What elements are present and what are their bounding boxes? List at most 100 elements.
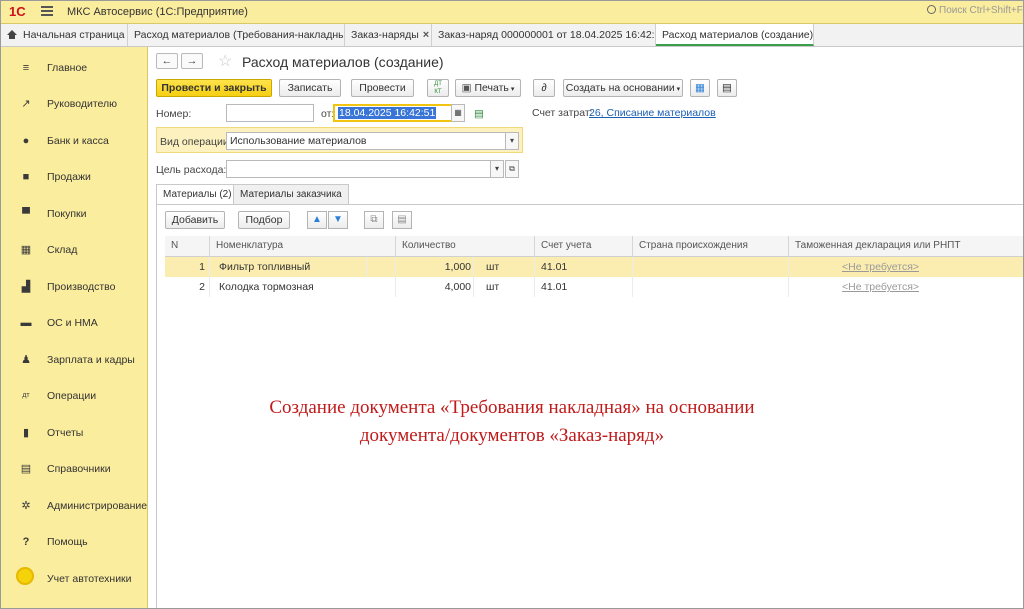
- paste-button[interactable]: ▤: [392, 211, 412, 229]
- declaration-cell[interactable]: <Не требуется>: [789, 257, 1023, 277]
- gear-icon: ✲: [21, 500, 31, 512]
- tab-materials-create[interactable]: Расход материалов (создание)×: [656, 24, 814, 46]
- post-and-close-button[interactable]: Провести и закрыть: [156, 79, 272, 97]
- date-field[interactable]: 18.04.2025 16:42:51: [333, 104, 454, 122]
- question-icon: ?: [22, 536, 30, 548]
- sidebar-item-sales[interactable]: ■ Продажи: [1, 167, 147, 187]
- report-button[interactable]: ▤: [717, 79, 737, 97]
- table-row[interactable]: 1 Фильтр топливный 1,000 шт 41.01 <Не тр…: [165, 257, 1023, 277]
- column-header[interactable]: Таможенная декларация или РНПТ: [789, 236, 1023, 256]
- tab-materials-list[interactable]: Расход материалов (Требования-накладные)…: [128, 24, 345, 46]
- item-cell[interactable]: Колодка тормозная: [210, 277, 396, 297]
- sidebar-item-label: Администрирование: [47, 500, 148, 512]
- move-down-button[interactable]: ▼: [328, 211, 348, 229]
- tab-label: Заказ-наряды: [351, 29, 419, 41]
- post-button[interactable]: Провести: [351, 79, 414, 97]
- menu-icon: ≡: [22, 62, 30, 74]
- purpose-dropdown-button[interactable]: ▾: [490, 160, 504, 178]
- sidebar-item-help[interactable]: ? Помощь: [1, 532, 147, 552]
- tab-home[interactable]: Начальная страница: [1, 24, 128, 46]
- dropdown-arrow-icon: ▾: [674, 86, 681, 93]
- column-header[interactable]: Страна происхождения: [633, 236, 789, 256]
- history-icon[interactable]: ▤: [474, 108, 484, 120]
- qty-cell[interactable]: 1,000: [396, 257, 474, 277]
- chevron-down-icon: ▾: [494, 164, 499, 173]
- row-number: 1: [165, 257, 210, 277]
- 1c-logo-icon: 1С: [9, 4, 26, 19]
- tab-work-orders[interactable]: Заказ-наряды ×: [345, 24, 432, 46]
- column-header[interactable]: N: [165, 236, 210, 256]
- unit-cell[interactable]: шт: [474, 257, 535, 277]
- add-row-button[interactable]: Добавить: [165, 211, 225, 229]
- country-cell[interactable]: [633, 257, 789, 277]
- unit-cell[interactable]: шт: [474, 277, 535, 297]
- print-button[interactable]: ▣ Печать ▾: [455, 79, 521, 97]
- copy-button[interactable]: ⧉: [364, 211, 384, 229]
- item-cell[interactable]: Фильтр топливный: [210, 257, 368, 277]
- chevron-down-icon: ▾: [509, 136, 514, 145]
- books-icon: ▤: [20, 463, 32, 475]
- save-button[interactable]: Записать: [279, 79, 341, 97]
- sidebar-item-warehouse[interactable]: ▦ Склад: [1, 240, 147, 260]
- move-up-button[interactable]: ▲: [307, 211, 327, 229]
- sidebar-item-vehicles[interactable]: Учет автотехники: [1, 569, 147, 589]
- open-tabs-bar: Начальная страница Расход материалов (Тр…: [1, 24, 1023, 47]
- app-title: МКС Автосервис (1С:Предприятие): [67, 6, 248, 18]
- pick-button[interactable]: Подбор: [238, 211, 290, 229]
- sidebar-item-label: Склад: [47, 244, 78, 256]
- structure-button[interactable]: ▦: [690, 79, 710, 97]
- title-bar: 1С МКС Автосервис (1С:Предприятие) Поиск…: [1, 1, 1023, 24]
- operation-select[interactable]: Использование материалов: [226, 132, 507, 150]
- sidebar-item-manager[interactable]: ↗ Руководителю: [1, 94, 147, 114]
- sidebar-item-catalogs[interactable]: ▤ Справочники: [1, 459, 147, 479]
- purpose-field[interactable]: [226, 160, 491, 178]
- purpose-open-button[interactable]: ⧉: [505, 160, 519, 178]
- sidebar-item-label: Главное: [47, 62, 88, 74]
- operation-dropdown-button[interactable]: ▾: [505, 132, 519, 150]
- declaration-cell[interactable]: <Не требуется>: [789, 277, 1023, 297]
- main-menu-icon[interactable]: [41, 6, 53, 16]
- attach-button[interactable]: ∂: [533, 79, 555, 97]
- number-field[interactable]: [226, 104, 314, 122]
- tab-label: Расход материалов (Требования-накладные): [134, 29, 345, 41]
- dropdown-arrow-icon: ▾: [508, 86, 515, 93]
- close-icon[interactable]: ×: [423, 29, 429, 41]
- forward-button[interactable]: →: [181, 53, 203, 69]
- coin-icon: ●: [22, 135, 30, 147]
- table-row[interactable]: 2 Колодка тормозная 4,000 шт 41.01 <Не т…: [165, 277, 1023, 297]
- row-number: 2: [165, 277, 210, 297]
- column-header[interactable]: Количество: [396, 236, 535, 256]
- dt-kt-button[interactable]: ДТ КТ: [427, 79, 449, 97]
- search-icon: [927, 5, 936, 14]
- sidebar-item-production[interactable]: ▟ Производство: [1, 277, 147, 297]
- sidebar-item-fixed-assets[interactable]: ▬ ОС и НМА: [1, 313, 147, 333]
- tab-customer-materials[interactable]: Материалы заказчика: [233, 184, 349, 204]
- qty-cell[interactable]: 4,000: [396, 277, 474, 297]
- item-extra-cell[interactable]: [368, 257, 396, 277]
- sidebar-item-main[interactable]: ≡ Главное: [1, 58, 147, 78]
- global-search[interactable]: Поиск Ctrl+Shift+F: [927, 4, 1023, 19]
- column-header[interactable]: Счет учета: [535, 236, 633, 256]
- cost-account-link[interactable]: 26, Списание материалов: [589, 107, 716, 119]
- back-button[interactable]: ←: [156, 53, 178, 69]
- tab-work-order-doc[interactable]: Заказ-наряд 000000001 от 18.04.2025 16:4…: [432, 24, 656, 46]
- number-label: Номер:: [156, 108, 192, 120]
- create-based-on-button[interactable]: Создать на основании ▾: [563, 79, 683, 97]
- sidebar-item-payroll[interactable]: ♟ Зарплата и кадры: [1, 350, 147, 370]
- sidebar-item-label: Банк и касса: [47, 135, 109, 147]
- sidebar-item-admin[interactable]: ✲ Администрирование: [1, 496, 147, 516]
- cost-account-label: Счет затрат:: [532, 107, 593, 119]
- sidebar-item-purchases[interactable]: ▀ Покупки: [1, 204, 147, 224]
- sections-panel: ≡ Главное ↗ Руководителю ● Банк и касса ■ Пр…: [1, 47, 148, 608]
- country-cell[interactable]: [633, 277, 789, 297]
- sidebar-item-bank[interactable]: ● Банк и касса: [1, 131, 147, 151]
- account-cell[interactable]: 41.01: [535, 277, 633, 297]
- tab-materials[interactable]: Материалы (2): [156, 184, 239, 205]
- calendar-button[interactable]: ▦: [451, 104, 465, 122]
- purpose-label: Цель расхода:: [156, 164, 227, 176]
- person-icon: ♟: [21, 354, 31, 366]
- structure-icon: ▦: [695, 82, 705, 94]
- star-icon[interactable]: ☆: [218, 51, 232, 71]
- column-header[interactable]: Номенклатура: [210, 236, 396, 256]
- account-cell[interactable]: 41.01: [535, 257, 633, 277]
